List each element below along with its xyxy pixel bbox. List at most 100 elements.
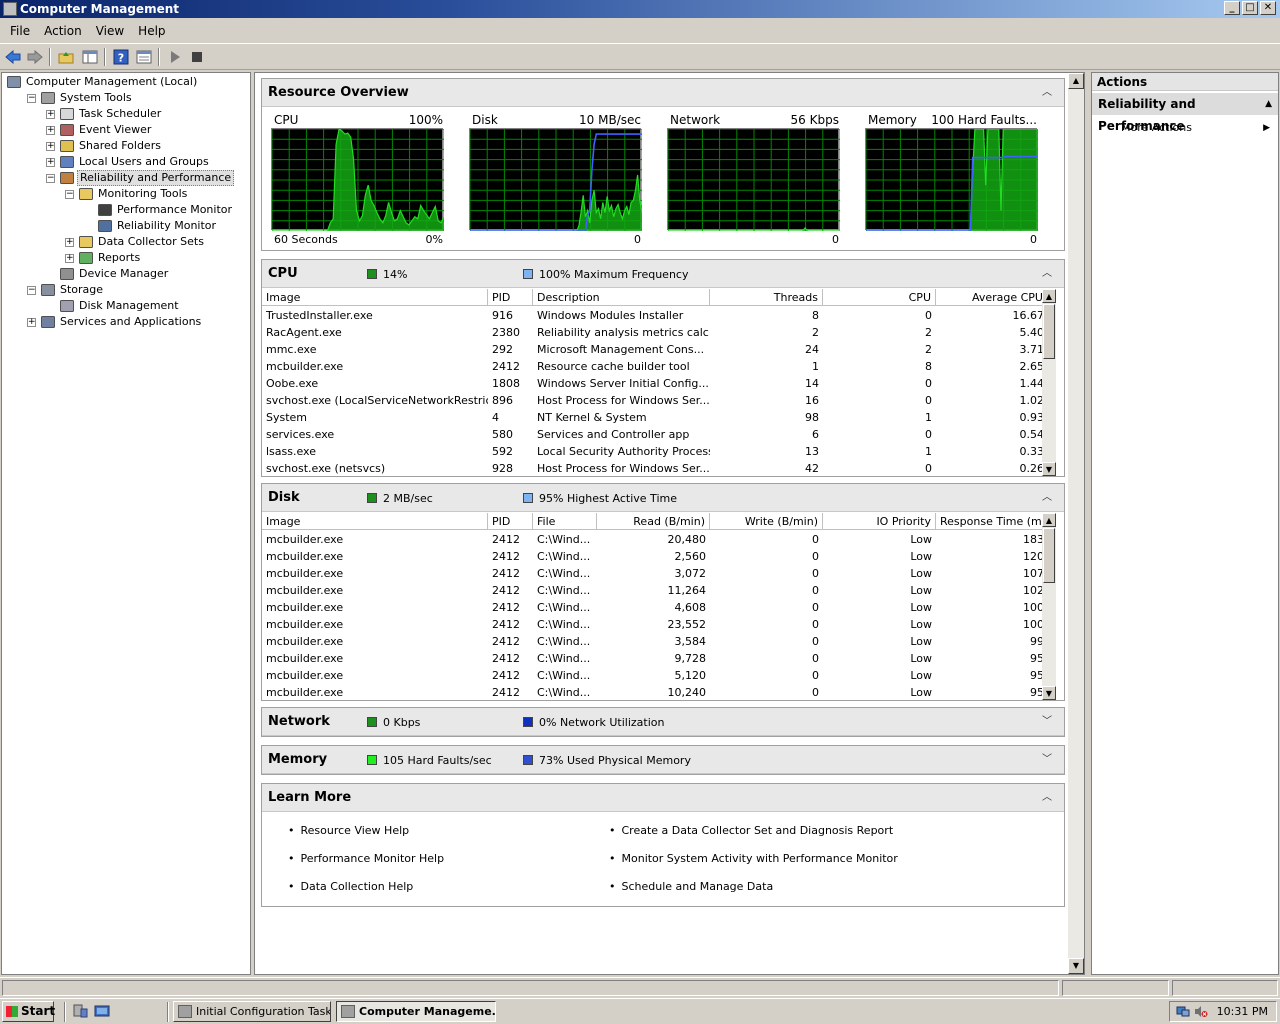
table-row[interactable]: mcbuilder.exe 2412 C:\Wind... 20,480 0 Low 183: [262, 531, 1056, 548]
show-desktop-icon[interactable]: [94, 1004, 110, 1018]
scroll-up-icon[interactable]: ▲: [1042, 513, 1056, 527]
server-manager-icon[interactable]: [72, 1004, 88, 1018]
main-vertical-scrollbar[interactable]: ▲ ▼: [1068, 73, 1084, 974]
actions-section-header[interactable]: Reliability and Performance ▲: [1092, 93, 1278, 133]
start-button[interactable]: Start: [2, 1001, 55, 1022]
scroll-up-icon[interactable]: ▲: [1042, 289, 1056, 303]
link-create-data-collector-set[interactable]: Create a Data Collector Set and Diagnosi…: [609, 824, 894, 838]
expand-node-icon[interactable]: +: [46, 158, 55, 167]
table-row[interactable]: mcbuilder.exe 2412 C:\Wind... 5,120 0 Low 95: [262, 667, 1056, 684]
expand-node-icon[interactable]: +: [65, 254, 74, 263]
tree-node[interactable]: − Reliability and Performance: [2, 170, 250, 186]
table-row[interactable]: mcbuilder.exe 2412 C:\Wind... 2,560 0 Low 120: [262, 548, 1056, 565]
table-row[interactable]: RacAgent.exe 2380 Reliability analysis met…: [262, 324, 1056, 341]
table-row[interactable]: mcbuilder.exe 2412 C:\Wind... 23,552 0 Low 100: [262, 616, 1056, 633]
column-header[interactable]: CPU: [823, 289, 936, 306]
learn-more-header[interactable]: Learn More ︿: [262, 784, 1064, 812]
scroll-thumb[interactable]: [1043, 304, 1055, 359]
collapse-node-icon[interactable]: −: [65, 190, 74, 199]
table-row[interactable]: mcbuilder.exe 2412 C:\Wind... 3,584 0 Low 99: [262, 633, 1056, 650]
expand-node-icon[interactable]: +: [46, 142, 55, 151]
table-row[interactable]: mcbuilder.exe 2412 C:\Wind... 11,264 0 Low 102: [262, 582, 1056, 599]
expand-node-icon[interactable]: +: [46, 126, 55, 135]
tree-node[interactable]: − System Tools: [2, 90, 250, 106]
expand-icon[interactable]: ﹀: [1040, 753, 1054, 767]
resource-overview-header[interactable]: Resource Overview ︿: [262, 79, 1064, 107]
tree-node[interactable]: + Local Users and Groups: [2, 154, 250, 170]
expand-node-icon[interactable]: +: [27, 318, 36, 327]
link-monitor-system-activity[interactable]: Monitor System Activity with Performance…: [609, 852, 898, 866]
link-resource-view-help[interactable]: Resource View Help: [288, 824, 410, 838]
tree-node[interactable]: Device Manager: [2, 266, 250, 282]
collapse-icon[interactable]: ︿: [1040, 267, 1054, 281]
link-data-collection-help[interactable]: Data Collection Help: [288, 880, 414, 894]
show-hide-tree-icon[interactable]: [80, 48, 100, 66]
tree-node[interactable]: + Services and Applications: [2, 314, 250, 330]
column-header[interactable]: Description: [533, 289, 710, 306]
network-tray-icon[interactable]: [1176, 1005, 1190, 1018]
scroll-down-icon[interactable]: ▼: [1042, 462, 1056, 476]
collapse-node-icon[interactable]: −: [46, 174, 55, 183]
tree-node[interactable]: + Data Collector Sets: [2, 234, 250, 250]
table-row[interactable]: mcbuilder.exe 2412 C:\Wind... 10,240 0 Low 95: [262, 684, 1056, 701]
tree-node[interactable]: + Event Viewer: [2, 122, 250, 138]
link-schedule-manage-data[interactable]: Schedule and Manage Data: [609, 880, 774, 894]
task-initial-configuration[interactable]: Initial Configuration Tasks: [173, 1001, 331, 1022]
table-row[interactable]: mcbuilder.exe 2412 C:\Wind... 4,608 0 Low 100: [262, 599, 1056, 616]
scroll-up-icon[interactable]: ▲: [1068, 73, 1084, 89]
back-icon[interactable]: [3, 48, 23, 66]
table-row[interactable]: System 4 NT Kernel & System 98 1 0.93: [262, 409, 1056, 426]
up-folder-icon[interactable]: [56, 48, 76, 66]
close-button[interactable]: ✕: [1260, 1, 1276, 15]
table-row[interactable]: mmc.exe 292 Microsoft Management Cons... 24…: [262, 341, 1056, 358]
column-header[interactable]: PID: [488, 513, 533, 530]
cpu-header[interactable]: CPU 14% 100% Maximum Frequency ︿: [262, 260, 1064, 288]
scroll-down-icon[interactable]: ▼: [1068, 958, 1084, 974]
action-more-actions[interactable]: More Actions ▶: [1092, 120, 1278, 136]
stop-icon[interactable]: [187, 48, 207, 66]
table-vertical-scrollbar[interactable]: ▲ ▼: [1042, 289, 1056, 476]
table-row[interactable]: mcbuilder.exe 2412 Resource cache builder …: [262, 358, 1056, 375]
expand-node-icon[interactable]: +: [46, 110, 55, 119]
maximize-button[interactable]: □: [1242, 1, 1258, 15]
column-header[interactable]: Threads: [710, 289, 823, 306]
minimize-button[interactable]: _: [1224, 1, 1240, 15]
tree-node[interactable]: Reliability Monitor: [2, 218, 250, 234]
forward-icon[interactable]: [25, 48, 45, 66]
table-row[interactable]: lsass.exe 592 Local Security Authority Pro…: [262, 443, 1056, 460]
tree-node[interactable]: Disk Management: [2, 298, 250, 314]
volume-muted-icon[interactable]: [1194, 1005, 1208, 1018]
table-row[interactable]: svchost.exe (LocalServiceNetworkRestrict…: [262, 392, 1056, 409]
table-row[interactable]: mcbuilder.exe 2412 C:\Wind... 9,728 0 Low 95: [262, 650, 1056, 667]
column-header[interactable]: IO Priority: [823, 513, 936, 530]
expand-icon[interactable]: ﹀: [1040, 715, 1054, 729]
properties-icon[interactable]: [134, 48, 154, 66]
scroll-down-icon[interactable]: ▼: [1042, 686, 1056, 700]
expand-node-icon[interactable]: +: [65, 238, 74, 247]
table-row[interactable]: TrustedInstaller.exe 916 Windows Modules I…: [262, 307, 1056, 324]
menu-view[interactable]: View: [89, 19, 131, 43]
column-header[interactable]: Write (B/min): [710, 513, 823, 530]
table-row[interactable]: svchost.exe (netsvcs) 928 Host Process for…: [262, 460, 1056, 477]
memory-header[interactable]: Memory 105 Hard Faults/sec 73% Used Phys…: [262, 746, 1064, 774]
menu-help[interactable]: Help: [131, 19, 172, 43]
column-header[interactable]: Average CPU: [936, 289, 1048, 306]
collapse-icon[interactable]: ︿: [1040, 86, 1054, 100]
column-header[interactable]: Image: [262, 513, 488, 530]
tree-node[interactable]: Computer Management (Local): [2, 74, 250, 90]
tree-node[interactable]: Performance Monitor: [2, 202, 250, 218]
table-row[interactable]: services.exe 580 Services and Controller a…: [262, 426, 1056, 443]
menu-file[interactable]: File: [0, 19, 37, 43]
column-header[interactable]: PID: [488, 289, 533, 306]
scroll-thumb[interactable]: [1043, 528, 1055, 583]
collapse-icon[interactable]: ︿: [1040, 791, 1054, 805]
collapse-icon[interactable]: ︿: [1040, 491, 1054, 505]
network-header[interactable]: Network 0 Kbps 0% Network Utilization ﹀: [262, 708, 1064, 736]
table-vertical-scrollbar[interactable]: ▲ ▼: [1042, 513, 1056, 700]
table-row[interactable]: mcbuilder.exe 2412 C:\Wind... 3,072 0 Low 107: [262, 565, 1056, 582]
collapse-icon[interactable]: ▲: [1265, 93, 1272, 115]
column-header[interactable]: Read (B/min): [597, 513, 710, 530]
link-performance-monitor-help[interactable]: Performance Monitor Help: [288, 852, 445, 866]
column-header[interactable]: Response Time (ms): [936, 513, 1052, 530]
help-icon[interactable]: ?: [111, 48, 131, 66]
